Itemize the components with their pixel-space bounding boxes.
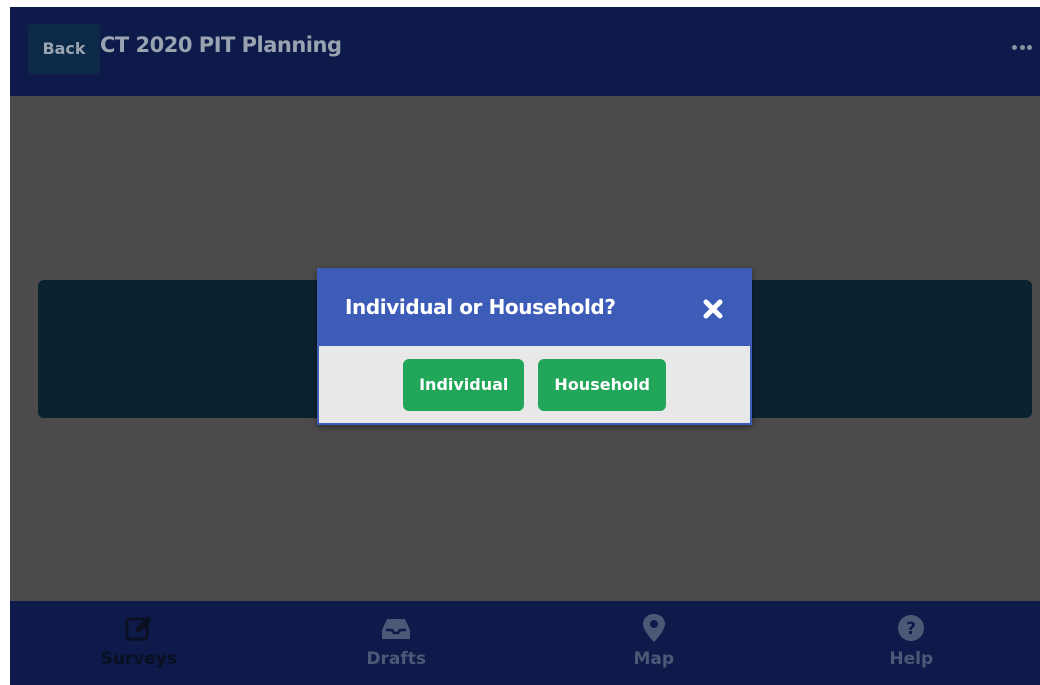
nav-item-surveys[interactable]: Surveys — [10, 601, 268, 685]
close-icon[interactable] — [702, 298, 724, 320]
nav-item-drafts[interactable]: Drafts — [268, 601, 526, 685]
individual-household-dialog: Individual or Household? Individual Hous… — [317, 268, 752, 425]
nav-label-drafts: Drafts — [366, 649, 427, 669]
page-title: CT 2020 PIT Planning — [100, 33, 342, 57]
help-icon: ? — [898, 615, 925, 641]
nav-label-map: Map — [633, 649, 675, 669]
nav-item-help[interactable]: ? Help — [783, 601, 1040, 685]
dialog-body: Individual Household — [319, 346, 750, 423]
nav-label-surveys: Surveys — [100, 649, 178, 669]
svg-text:?: ? — [906, 619, 916, 639]
nav-item-map[interactable]: Map — [525, 601, 783, 685]
more-horizontal-icon[interactable] — [1012, 45, 1032, 51]
nav-label-help: Help — [889, 649, 934, 669]
individual-button[interactable]: Individual — [403, 358, 525, 411]
bottom-nav: Surveys Drafts Map ? Help — [10, 601, 1040, 685]
edit-icon — [125, 616, 152, 641]
inbox-icon — [382, 619, 411, 639]
dialog-header: Individual or Household? — [319, 270, 750, 346]
dialog-title: Individual or Household? — [345, 295, 616, 319]
back-button[interactable]: Back — [28, 24, 100, 74]
map-pin-icon — [642, 614, 665, 642]
household-button[interactable]: Household — [538, 358, 666, 411]
top-header: Back CT 2020 PIT Planning — [10, 7, 1040, 96]
